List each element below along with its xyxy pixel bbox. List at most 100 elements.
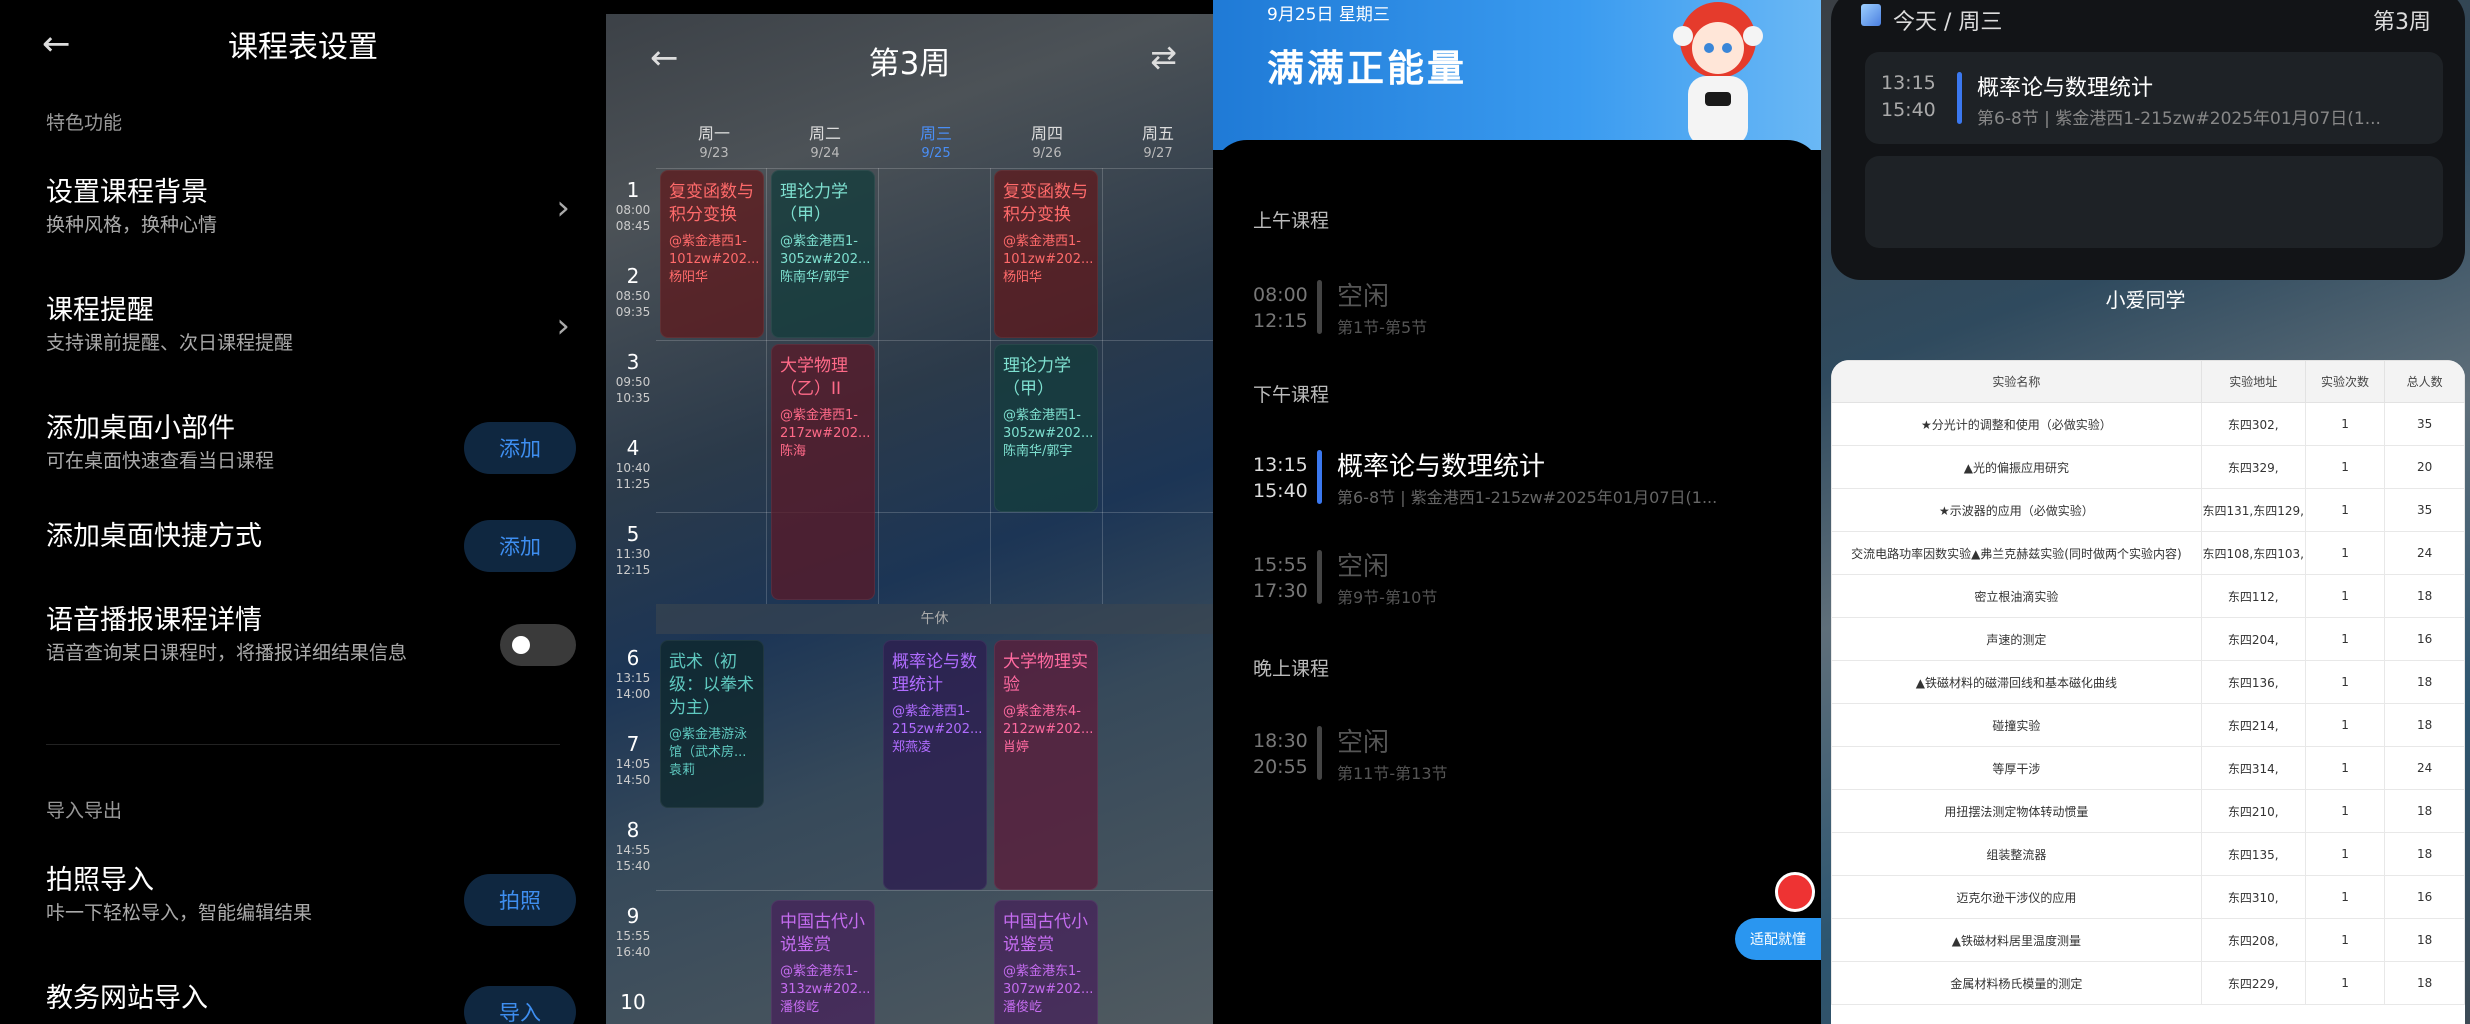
course-card[interactable]: 大学物理（乙）II @紫金港西1-217zw#202... 陈海 bbox=[771, 344, 875, 600]
end-time: 15:40 bbox=[1253, 480, 1308, 502]
table-cell: 迈克尔逊干涉仪的应用 bbox=[1831, 875, 2202, 919]
day-date: 9/25 bbox=[921, 146, 951, 161]
period-start: 14:05 bbox=[615, 757, 651, 771]
table-cell: 18 bbox=[2384, 832, 2465, 876]
start-time: 13:15 bbox=[1881, 72, 1936, 94]
course-teacher: 袁莉 bbox=[669, 763, 696, 778]
course-item-active[interactable]: 13:15 15:40 概率论与数理统计 第6-8节 | 紫金港西1-215zw#… bbox=[1253, 446, 1793, 510]
course-name: 概率论与数理统计 bbox=[1337, 452, 1546, 482]
period-label: 1 08:00 08:45 bbox=[610, 178, 656, 234]
course-name: 中国古代小说鉴赏 bbox=[780, 912, 865, 955]
course-card[interactable]: 概率论与数理统计 @紫金港西1-215zw#202... 郑燕凌 bbox=[883, 640, 987, 890]
course-card[interactable]: 理论力学（甲） @紫金港西1-305zw#202... 陈南华/郭宇 bbox=[771, 170, 875, 338]
table-row[interactable]: 密立根油滴实验 东四112, 1 18 bbox=[1831, 574, 2465, 618]
course-card[interactable]: 武术（初级：以拳术为主） @紫金港游泳馆（武术房... 袁莉 bbox=[660, 640, 764, 808]
course-item[interactable]: 08:00 12:15 空闲 第1节-第5节 bbox=[1253, 276, 1793, 340]
period-label: 8 14:55 15:40 bbox=[610, 818, 656, 874]
period-start: 14:55 bbox=[615, 843, 651, 857]
period-end: 15:40 bbox=[615, 859, 651, 873]
end-time: 17:30 bbox=[1253, 580, 1308, 602]
day-name: 周三 bbox=[919, 124, 952, 143]
table-cell: 东四108,东四103, bbox=[2200, 531, 2306, 575]
table-cell: 20 bbox=[2384, 445, 2465, 489]
course-location: @紫金港西1-305zw#202... bbox=[1003, 408, 1094, 441]
setting-course-background[interactable]: 设置课程背景 换种风格，换种心情 › bbox=[46, 176, 576, 256]
section-afternoon: 下午课程 bbox=[1253, 384, 1330, 406]
course-card[interactable]: 理论力学（甲） @紫金港西1-305zw#202... 陈南华/郭宇 bbox=[994, 344, 1098, 512]
today-widget[interactable]: 今天 / 周三 第3周 13:15 15:40 概率论与数理统计 第6-8节 | … bbox=[1831, 0, 2465, 280]
table-row[interactable]: 声速的测定 东四204, 1 16 bbox=[1831, 617, 2465, 661]
swap-arrows-icon[interactable]: ⇄ bbox=[1150, 38, 1177, 76]
course-indicator bbox=[1317, 450, 1322, 504]
table-row[interactable]: ▲光的偏振应用研究 东四329, 1 20 bbox=[1831, 445, 2465, 489]
photo-import-button[interactable]: 拍照 bbox=[464, 874, 576, 926]
table-cell: 东四214, bbox=[2200, 703, 2306, 747]
course-item[interactable]: 15:55 17:30 空闲 第9节-第10节 bbox=[1253, 546, 1793, 610]
table-row[interactable]: 组装整流器 东四135, 1 18 bbox=[1831, 832, 2465, 876]
period-label: 2 08:50 09:35 bbox=[610, 264, 656, 320]
table-cell: 18 bbox=[2384, 703, 2465, 747]
setting-add-widget: 添加桌面小部件 可在桌面快速查看当日课程 添加 bbox=[46, 412, 576, 492]
course-indicator bbox=[1317, 726, 1322, 780]
table-body: ★分光计的调整和使用（必做实验） 东四302, 1 35 ▲光的偏振应用研究 东四329,… bbox=[1831, 402, 2465, 1005]
table-cell: 18 bbox=[2384, 961, 2465, 1005]
course-teacher: 杨阳华 bbox=[1003, 270, 1043, 285]
schedule-panel: ← 第3周 ⇄ 周一 9/23 周二 9/24 周三 9/25 周四 9/26 周五 9/… bbox=[606, 0, 1213, 1024]
period-number: 7 bbox=[626, 732, 640, 756]
day-name: 周四 bbox=[1030, 124, 1063, 143]
period-label: 6 13:15 14:00 bbox=[610, 646, 656, 702]
column-header: 实验地址 bbox=[2200, 360, 2306, 403]
table-row[interactable]: ★分光计的调整和使用（必做实验） 东四302, 1 35 bbox=[1831, 402, 2465, 446]
setting-course-reminder[interactable]: 课程提醒 支持课前提醒、次日课程提醒 › bbox=[46, 294, 576, 374]
course-location: @紫金港西1-215zw#202... bbox=[892, 704, 983, 737]
table-cell: 16 bbox=[2384, 875, 2465, 919]
course-item[interactable]: 13:15 15:40 概率论与数理统计 第6-8节 | 紫金港西1-215zw#… bbox=[1865, 52, 2443, 144]
table-row[interactable]: 用扭摆法测定物体转动惯量 东四210, 1 18 bbox=[1831, 789, 2465, 833]
course-detail: 第6-8节 | 紫金港西1-215zw#2025年01月07日(1... bbox=[1977, 109, 2381, 129]
add-widget-button[interactable]: 添加 bbox=[464, 422, 576, 474]
course-card[interactable]: 复变函数与积分变换 @紫金港西1-101zw#202... 杨阳华 bbox=[994, 170, 1098, 338]
grid-line bbox=[766, 168, 767, 604]
table-cell: 24 bbox=[2384, 746, 2465, 790]
table-row[interactable]: 金属材料杨氏模量的测定 东四229, 1 18 bbox=[1831, 961, 2465, 1005]
period-number: 3 bbox=[626, 350, 640, 374]
table-row[interactable]: ▲铁磁材料的磁滞回线和基本磁化曲线 东四136, 1 18 bbox=[1831, 660, 2465, 704]
table-cell: 1 bbox=[2304, 832, 2386, 876]
course-item[interactable]: 18:30 20:55 空闲 第11节-第13节 bbox=[1253, 722, 1793, 786]
add-shortcut-button[interactable]: 添加 bbox=[464, 520, 576, 572]
period-start: 09:50 bbox=[615, 375, 651, 389]
table-row[interactable]: ★示波器的应用（必做实验） 东四131,东四129, 1 35 bbox=[1831, 488, 2465, 532]
course-card[interactable]: 中国古代小说鉴赏 @紫金港东1-307zw#202... 潘俊屹 bbox=[994, 900, 1098, 1024]
course-card[interactable]: 中国古代小说鉴赏 @紫金港东1-313zw#202... 潘俊屹 bbox=[771, 900, 875, 1024]
table-cell: 1 bbox=[2304, 488, 2386, 532]
course-teacher: 潘俊屹 bbox=[780, 1000, 820, 1015]
noon-break: 午休 bbox=[656, 604, 1213, 634]
table-cell: 金属材料杨氏模量的测定 bbox=[1831, 961, 2202, 1005]
widget-caption: 小爱同学 bbox=[2105, 288, 2186, 312]
table-row[interactable]: 碰撞实验 东四214, 1 18 bbox=[1831, 703, 2465, 747]
lab-table: 实验名称 实验地址 实验次数 总人数 ★分光计的调整和使用（必做实验） 东四302… bbox=[1831, 360, 2465, 1005]
status-bar bbox=[606, 0, 1213, 14]
course-detail: 第6-8节 | 紫金港西1-215zw#2025年01月07日(1... bbox=[1337, 488, 1718, 507]
course-location: @紫金港西1-305zw#202... bbox=[780, 234, 871, 267]
course-card[interactable]: 大学物理实验 @紫金港东4-212zw#202... 肖婷 bbox=[994, 640, 1098, 890]
adapt-button[interactable]: 适配就懂 bbox=[1735, 918, 1821, 960]
period-start: 15:55 bbox=[615, 929, 651, 943]
table-row[interactable]: 迈克尔逊干涉仪的应用 东四310, 1 16 bbox=[1831, 875, 2465, 919]
date-label: 9月25日 星期三 bbox=[1267, 5, 1390, 25]
table-row[interactable]: 交流电路功率因数实验▲弗兰克赫兹实验(同时做两个实验内容) 东四108,东四103… bbox=[1831, 531, 2465, 575]
course-teacher: 陈南华/郭宇 bbox=[1003, 444, 1073, 459]
course-location: @紫金港西1-217zw#202... bbox=[780, 408, 871, 441]
course-teacher: 肖婷 bbox=[1003, 740, 1030, 755]
course-name: 中国古代小说鉴赏 bbox=[1003, 912, 1088, 955]
table-cell: ★分光计的调整和使用（必做实验） bbox=[1831, 402, 2202, 446]
assistant-avatar[interactable] bbox=[1775, 872, 1815, 912]
table-cell: 声速的测定 bbox=[1831, 617, 2202, 661]
table-cell: 1 bbox=[2304, 875, 2386, 919]
web-import-button[interactable]: 导入 bbox=[464, 986, 576, 1024]
period-label: 9 15:55 16:40 bbox=[610, 904, 656, 960]
course-card[interactable]: 复变函数与积分变换 @紫金港西1-101zw#202... 杨阳华 bbox=[660, 170, 764, 338]
table-row[interactable]: 等厚干涉 东四314, 1 24 bbox=[1831, 746, 2465, 790]
table-row[interactable]: ▲铁磁材料居里温度测量 东四208, 1 18 bbox=[1831, 918, 2465, 962]
voice-broadcast-toggle[interactable] bbox=[500, 624, 576, 666]
